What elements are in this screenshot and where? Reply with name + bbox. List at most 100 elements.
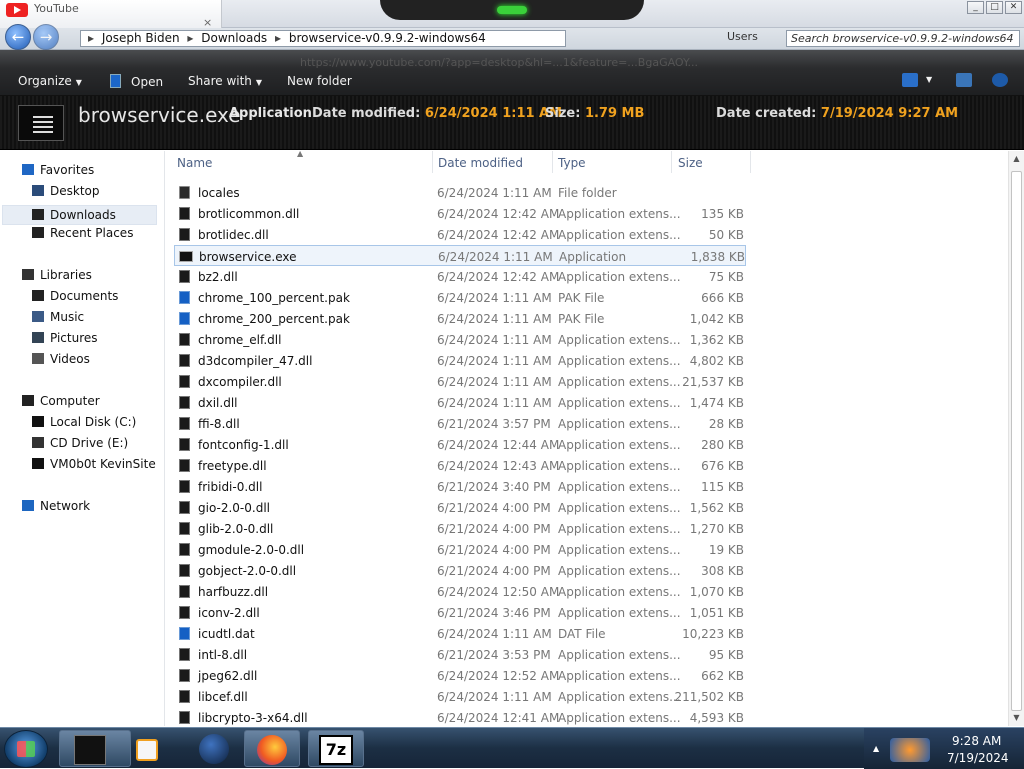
file-name: brotlidec.dll: [198, 228, 269, 242]
file-row[interactable]: intl-8.dll 6/21/2024 3:53 PM Application e…: [174, 644, 746, 665]
show-hidden-icons-button[interactable]: ▲: [873, 744, 879, 753]
search-input[interactable]: Search browservice-v0.9.9.2-windows64: [786, 30, 1020, 47]
forward-button[interactable]: →: [33, 24, 59, 50]
nav-item-desktop[interactable]: Desktop: [32, 184, 100, 204]
column-divider[interactable]: [432, 151, 433, 173]
breadcrumb-chevron[interactable]: ▸: [183, 31, 197, 45]
scrollbar-thumb[interactable]: [1011, 171, 1022, 711]
column-divider[interactable]: [671, 151, 672, 173]
file-name: chrome_200_percent.pak: [198, 312, 350, 326]
nav-item-vm0b0t-kevinsite[interactable]: VM0b0t KevinSite: [32, 457, 156, 477]
browser-tab-youtube[interactable]: YouTube ×: [0, 0, 222, 29]
taskbar-explorer-button[interactable]: [59, 730, 131, 767]
file-row[interactable]: gobject-2.0-0.dll 6/21/2024 4:00 PM Applic…: [174, 560, 746, 581]
file-row[interactable]: jpeg62.dll 6/24/2024 12:52 AM Application …: [174, 665, 746, 686]
breadcrumb-item[interactable]: Downloads: [201, 31, 267, 45]
column-header-name[interactable]: Name: [177, 156, 212, 170]
close-button[interactable]: ✕: [1005, 1, 1022, 14]
breadcrumb-root-chevron[interactable]: ▸: [84, 31, 98, 45]
nav-item-label: VM0b0t KevinSite: [50, 457, 156, 471]
vertical-scrollbar[interactable]: ▲ ▼: [1008, 151, 1024, 726]
file-row[interactable]: chrome_200_percent.pak 6/24/2024 1:11 AM P…: [174, 308, 746, 329]
file-name: jpeg62.dll: [198, 669, 258, 683]
share-with-button[interactable]: Share with ▼: [188, 74, 262, 88]
address-bar[interactable]: ▸ Joseph Biden ▸ Downloads ▸ browservice…: [80, 30, 566, 47]
file-row[interactable]: gio-2.0-0.dll 6/21/2024 4:00 PM Applicatio…: [174, 497, 746, 518]
nav-item-downloads[interactable]: Downloads: [2, 205, 157, 225]
file-row[interactable]: harfbuzz.dll 6/24/2024 12:50 AM Applicatio…: [174, 581, 746, 602]
open-button[interactable]: Open: [110, 74, 163, 89]
chevron-down-icon[interactable]: ▼: [926, 75, 932, 84]
file-row[interactable]: chrome_elf.dll 6/24/2024 1:11 AM Applicati…: [174, 329, 746, 350]
file-row[interactable]: freetype.dll 6/24/2024 12:43 AM Applicatio…: [174, 455, 746, 476]
nav-item-recent-places[interactable]: Recent Places: [32, 226, 133, 246]
column-header-date-modified[interactable]: Date modified: [438, 156, 523, 170]
nav-item-videos[interactable]: Videos: [32, 352, 90, 372]
file-row[interactable]: brotlicommon.dll 6/24/2024 12:42 AM Applic…: [174, 203, 746, 224]
file-size: 50 KB: [708, 228, 744, 242]
nav-item-computer[interactable]: Computer: [22, 394, 100, 414]
scroll-up-arrow-icon[interactable]: ▲: [1009, 151, 1024, 167]
file-row[interactable]: brotlidec.dll 6/24/2024 12:42 AM Applicati…: [174, 224, 746, 245]
file-size: 135 KB: [701, 207, 744, 221]
file-row[interactable]: ffi-8.dll 6/21/2024 3:57 PM Application ex…: [174, 413, 746, 434]
start-button[interactable]: [4, 730, 48, 768]
file-row[interactable]: gmodule-2.0-0.dll 6/21/2024 4:00 PM Applic…: [174, 539, 746, 560]
column-headers: ▲ Name Date modified Type Size: [166, 151, 1008, 175]
scroll-down-arrow-icon[interactable]: ▼: [1009, 710, 1024, 726]
view-options-icon[interactable]: [902, 73, 918, 87]
file-date-modified: 6/21/2024 3:46 PM: [437, 606, 551, 620]
organize-button[interactable]: Organize ▼: [18, 74, 82, 88]
nav-item-documents[interactable]: Documents: [32, 289, 118, 309]
column-divider[interactable]: [552, 151, 553, 173]
file-row[interactable]: fribidi-0.dll 6/21/2024 3:40 PM Applicatio…: [174, 476, 746, 497]
dll-file-icon: [179, 270, 190, 283]
minimize-button[interactable]: _: [967, 1, 984, 14]
file-row[interactable]: bz2.dll 6/24/2024 12:42 AM Application ext…: [174, 266, 746, 287]
file-date-modified: 6/24/2024 12:42 AM: [437, 228, 560, 242]
file-row[interactable]: dxcompiler.dll 6/24/2024 1:11 AM Applicati…: [174, 371, 746, 392]
file-row[interactable]: dxil.dll 6/24/2024 1:11 AM Application ext…: [174, 392, 746, 413]
nav-item-favorites[interactable]: Favorites: [22, 163, 94, 183]
file-row[interactable]: d3dcompiler_47.dll 6/24/2024 1:11 AM Appli…: [174, 350, 746, 371]
users-shortcut[interactable]: Users: [727, 30, 758, 43]
date-created-field: Date created: 7/19/2024 9:27 AM: [716, 106, 958, 121]
help-icon[interactable]: [992, 73, 1008, 87]
nav-item-music[interactable]: Music: [32, 310, 84, 330]
nav-item-network[interactable]: Network: [22, 499, 90, 519]
clock-date[interactable]: 7/19/2024: [947, 751, 1009, 765]
media-player-icon[interactable]: [136, 739, 158, 761]
breadcrumb-chevron[interactable]: ▸: [271, 31, 285, 45]
file-row[interactable]: iconv-2.dll 6/21/2024 3:46 PM Application …: [174, 602, 746, 623]
file-row[interactable]: chrome_100_percent.pak 6/24/2024 1:11 AM P…: [174, 287, 746, 308]
clock-time[interactable]: 9:28 AM: [952, 734, 1001, 748]
file-row[interactable]: libcrypto-3-x64.dll 6/24/2024 12:41 AM App…: [174, 707, 746, 726]
tray-app-icon[interactable]: [890, 738, 930, 762]
preview-pane-icon[interactable]: [956, 73, 972, 87]
file-size: 280 KB: [701, 438, 744, 452]
nav-item-local-disk-c[interactable]: Local Disk (C:): [32, 415, 136, 435]
nav-item-pictures[interactable]: Pictures: [32, 331, 98, 351]
taskbar-globe-button[interactable]: [196, 730, 234, 767]
column-divider[interactable]: [750, 151, 751, 173]
taskbar-7zip-button[interactable]: 7z: [308, 730, 364, 767]
file-date-modified: 6/21/2024 3:40 PM: [437, 480, 551, 494]
file-row[interactable]: browservice.exe 6/24/2024 1:11 AM Applicat…: [174, 245, 746, 266]
taskbar-firefox-button[interactable]: [244, 730, 300, 767]
maximize-button[interactable]: □: [986, 1, 1003, 14]
file-row[interactable]: icudtl.dat 6/24/2024 1:11 AM DAT File 10,22…: [174, 623, 746, 644]
size-value: 1.79 MB: [584, 106, 645, 121]
column-header-size[interactable]: Size: [678, 156, 703, 170]
file-row[interactable]: locales 6/24/2024 1:11 AM File folder: [174, 182, 746, 203]
file-row[interactable]: fontconfig-1.dll 6/24/2024 12:44 AM Applic…: [174, 434, 746, 455]
nav-item-cd-drive-e[interactable]: CD Drive (E:): [32, 436, 128, 456]
file-row[interactable]: glib-2.0-0.dll 6/21/2024 4:00 PM Applicati…: [174, 518, 746, 539]
breadcrumb-item[interactable]: Joseph Biden: [102, 31, 180, 45]
back-button[interactable]: ←: [5, 24, 31, 50]
nav-item-label: Local Disk (C:): [50, 415, 137, 429]
file-row[interactable]: libcef.dll 6/24/2024 1:11 AM Application e…: [174, 686, 746, 707]
breadcrumb-item[interactable]: browservice-v0.9.9.2-windows64: [289, 31, 486, 45]
new-folder-button[interactable]: New folder: [287, 74, 352, 88]
column-header-type[interactable]: Type: [558, 156, 586, 170]
nav-item-libraries[interactable]: Libraries: [22, 268, 92, 288]
